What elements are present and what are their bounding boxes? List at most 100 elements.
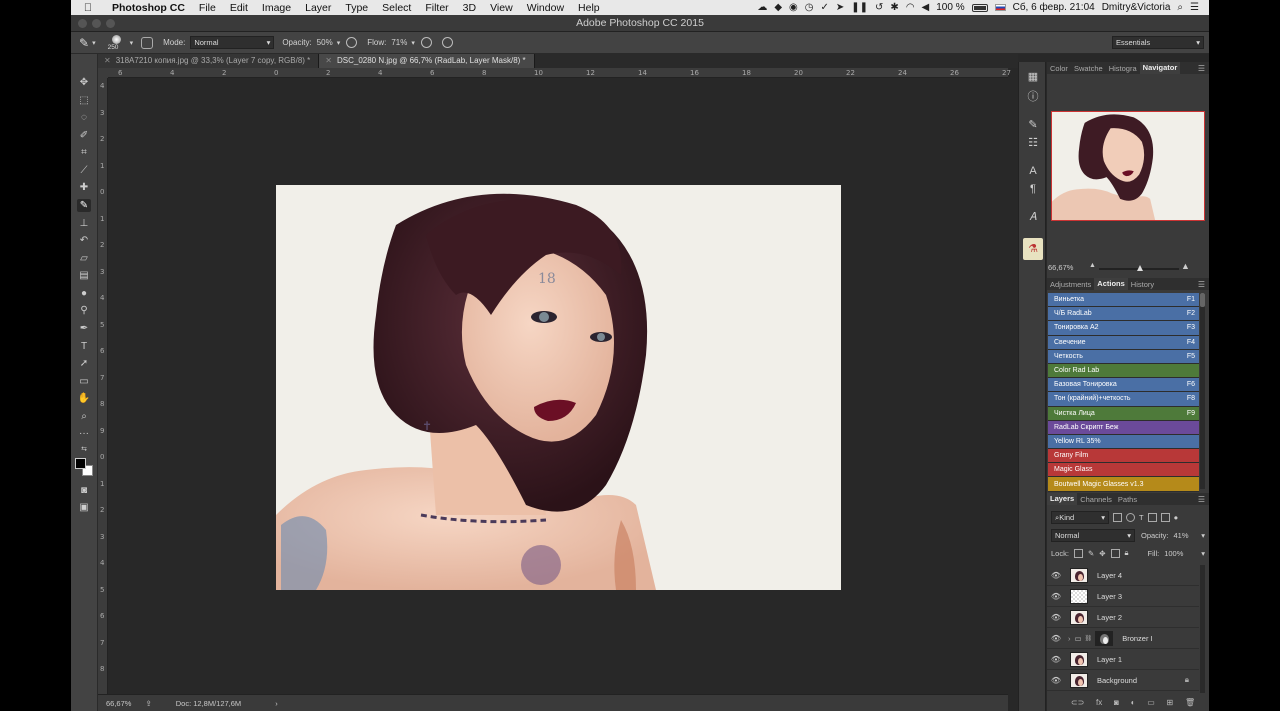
fx-icon[interactable]: fx (1096, 698, 1102, 707)
brush-tool-icon[interactable]: ✎ (79, 36, 89, 50)
horizontal-ruler[interactable]: 6 4 2 0 2 4 6 8 10 12 14 16 18 20 22 24 26 27 (108, 68, 1011, 78)
close-window-button[interactable] (78, 19, 87, 28)
menu-window[interactable]: Window (520, 2, 571, 14)
canvas-area[interactable]: 18 ✝ (108, 78, 1008, 694)
action-item[interactable]: Тонировка А2 F3 (1048, 321, 1199, 336)
tab-channels[interactable]: Channels (1077, 495, 1115, 504)
mode-dropdown[interactable]: Normal ▾ (190, 36, 275, 49)
more-tools-icon[interactable]: ··· (77, 427, 91, 440)
layer-row[interactable]: 👁︎ Layer 1 (1047, 649, 1199, 670)
marquee-tool-icon[interactable]: ⬚ (77, 94, 91, 107)
tab-document-2[interactable]: ✕ DSC_0280 N.jpg @ 66,7% (RadLab, Layer M… (319, 54, 535, 68)
color-swatches[interactable] (75, 458, 95, 478)
layer-lock-icon[interactable]: 🔒︎ (1185, 675, 1189, 685)
zoom-tool-icon[interactable]: ⌕ (77, 410, 91, 423)
zoom-out-icon[interactable]: ▲ (1089, 262, 1096, 269)
tab-actions[interactable]: Actions (1094, 278, 1128, 290)
document-image[interactable]: 18 ✝ (276, 185, 841, 590)
menu-app-name[interactable]: Photoshop CC (105, 2, 192, 14)
layer-thumbnail[interactable] (1070, 651, 1088, 667)
flow-caret-icon[interactable]: ▾ (411, 39, 415, 47)
vertical-ruler[interactable]: 4 3 2 1 0 1 2 3 4 5 6 7 8 9 0 1 2 3 4 5 6 7 8 (98, 78, 108, 698)
zoom-slider-knob[interactable] (1137, 265, 1143, 271)
menu-image[interactable]: Image (255, 2, 298, 14)
time-machine-icon[interactable]: ↺ (875, 2, 883, 13)
action-item[interactable]: Grany Film (1048, 449, 1199, 464)
layer-thumbnail[interactable] (1070, 588, 1088, 604)
layer-row[interactable]: 👁︎ Layer 4 (1047, 565, 1199, 586)
status-menu-arrow-icon[interactable]: › (275, 699, 278, 708)
action-item[interactable]: Color Rad Lab (1048, 363, 1199, 379)
layer-row[interactable]: 👁︎ Layer 2 (1047, 607, 1199, 628)
mask-link-icon[interactable]: ⛓ (1085, 635, 1093, 642)
status-zoom[interactable]: 66,67% (106, 699, 131, 708)
creative-cloud-icon[interactable]: ☁ (757, 2, 767, 13)
ruler-origin[interactable] (98, 68, 108, 78)
panel-menu-icon[interactable]: ☰ (1198, 495, 1205, 504)
filter-kind-dropdown[interactable]: ⌕ Kind ▾ (1051, 510, 1109, 524)
eraser-tool-icon[interactable]: ▱ (77, 252, 91, 265)
workspace-dropdown[interactable]: Essentials ▾ (1112, 36, 1204, 49)
navigator-zoom-value[interactable]: 66,67% (1048, 263, 1073, 272)
telegram-icon[interactable]: ➤ (836, 2, 844, 13)
zoom-window-button[interactable] (106, 19, 115, 28)
dodge-tool-icon[interactable]: ⚲ (77, 304, 91, 317)
lock-transparency-icon[interactable] (1073, 548, 1083, 558)
sync-icon[interactable]: ◉ (789, 2, 798, 13)
menu-select[interactable]: Select (375, 2, 418, 14)
delete-layer-icon[interactable]: 🗑︎ (1185, 698, 1195, 707)
move-tool-icon[interactable]: ✥ (77, 76, 91, 89)
panel-menu-icon[interactable]: ☰ (1198, 280, 1205, 289)
close-tab-icon[interactable]: ✕ (325, 56, 332, 65)
navigator-thumbnail[interactable] (1051, 111, 1205, 221)
visibility-eye-icon[interactable]: 👁︎ (1047, 571, 1065, 580)
visibility-eye-icon[interactable]: 👁︎ (1047, 655, 1065, 664)
menu-layer[interactable]: Layer (298, 2, 338, 14)
lock-all-icon[interactable]: 🔒︎ (1125, 548, 1129, 558)
eyedropper-tool-icon[interactable]: ⟋ (77, 164, 91, 177)
add-mask-icon[interactable]: ◙ (1114, 698, 1119, 707)
screen-mode-icon[interactable]: ▣ (77, 501, 91, 514)
blur-tool-icon[interactable]: ● (77, 287, 91, 300)
tab-layers[interactable]: Layers (1047, 493, 1078, 505)
tab-swatches[interactable]: Swatche (1071, 64, 1106, 73)
quick-mask-icon[interactable]: ◙ (77, 484, 91, 497)
glyphs-icon[interactable]: 𝐴 (1025, 210, 1041, 224)
volume-icon[interactable]: ◀ (922, 2, 930, 13)
menu-file[interactable]: File (192, 2, 223, 14)
tab-color[interactable]: Color (1047, 64, 1071, 73)
tab-navigator[interactable]: Navigator (1139, 62, 1181, 74)
visibility-eye-icon[interactable]: 👁︎ (1047, 634, 1065, 643)
menu-view[interactable]: View (483, 2, 520, 14)
brush-picker-caret-icon[interactable]: ▾ (130, 39, 134, 47)
share-icon[interactable]: ⇪ (145, 699, 151, 708)
brush-panel-icon[interactable] (141, 36, 154, 49)
layer-thumbnail[interactable] (1070, 672, 1088, 688)
visibility-eye-icon[interactable]: 👁︎ (1047, 676, 1065, 685)
panel-menu-icon[interactable]: ☰ (1198, 64, 1205, 73)
crop-tool-icon[interactable]: ⌗ (77, 146, 91, 159)
zoom-in-icon[interactable]: ▲ (1181, 261, 1190, 271)
history-brush-tool-icon[interactable]: ↶ (77, 234, 91, 247)
opacity-caret-icon[interactable]: ▾ (1201, 531, 1205, 540)
blend-mode-dropdown[interactable]: Normal ▾ (1051, 528, 1135, 542)
action-item[interactable]: Базовая Тонировка F6 (1048, 378, 1199, 393)
fill-caret-icon[interactable]: ▾ (1201, 549, 1205, 558)
opacity-value[interactable]: 50% (317, 38, 333, 47)
action-item[interactable]: Виньетка F1 (1048, 293, 1199, 308)
opacity-caret-icon[interactable]: ▾ (337, 39, 341, 47)
tab-document-1[interactable]: ✕ 318A7210 копия.jpg @ 33,3% (Layer 7 cop… (98, 54, 320, 68)
swap-colors-icon[interactable]: ⇆ (77, 443, 91, 456)
action-item[interactable]: Чистка Лица F9 (1048, 406, 1199, 421)
check-icon[interactable]: ✓ (820, 2, 828, 13)
layer-mask-thumbnail[interactable] (1095, 630, 1114, 646)
pressure-size-icon[interactable] (441, 37, 453, 48)
type-tool-icon[interactable]: T (77, 340, 91, 353)
info-icon[interactable]: ⓘ (1025, 90, 1041, 104)
new-adjustment-icon[interactable]: ◐ (1131, 698, 1136, 707)
layer-thumbnail[interactable] (1070, 609, 1088, 625)
tab-adjustments[interactable]: Adjustments (1047, 280, 1094, 289)
layer-row[interactable]: 👁︎ › ▭ ⛓ Bronzer I (1047, 628, 1199, 649)
pressure-opacity-icon[interactable] (346, 37, 358, 48)
tool-preset-caret-icon[interactable]: ▾ (92, 39, 96, 47)
